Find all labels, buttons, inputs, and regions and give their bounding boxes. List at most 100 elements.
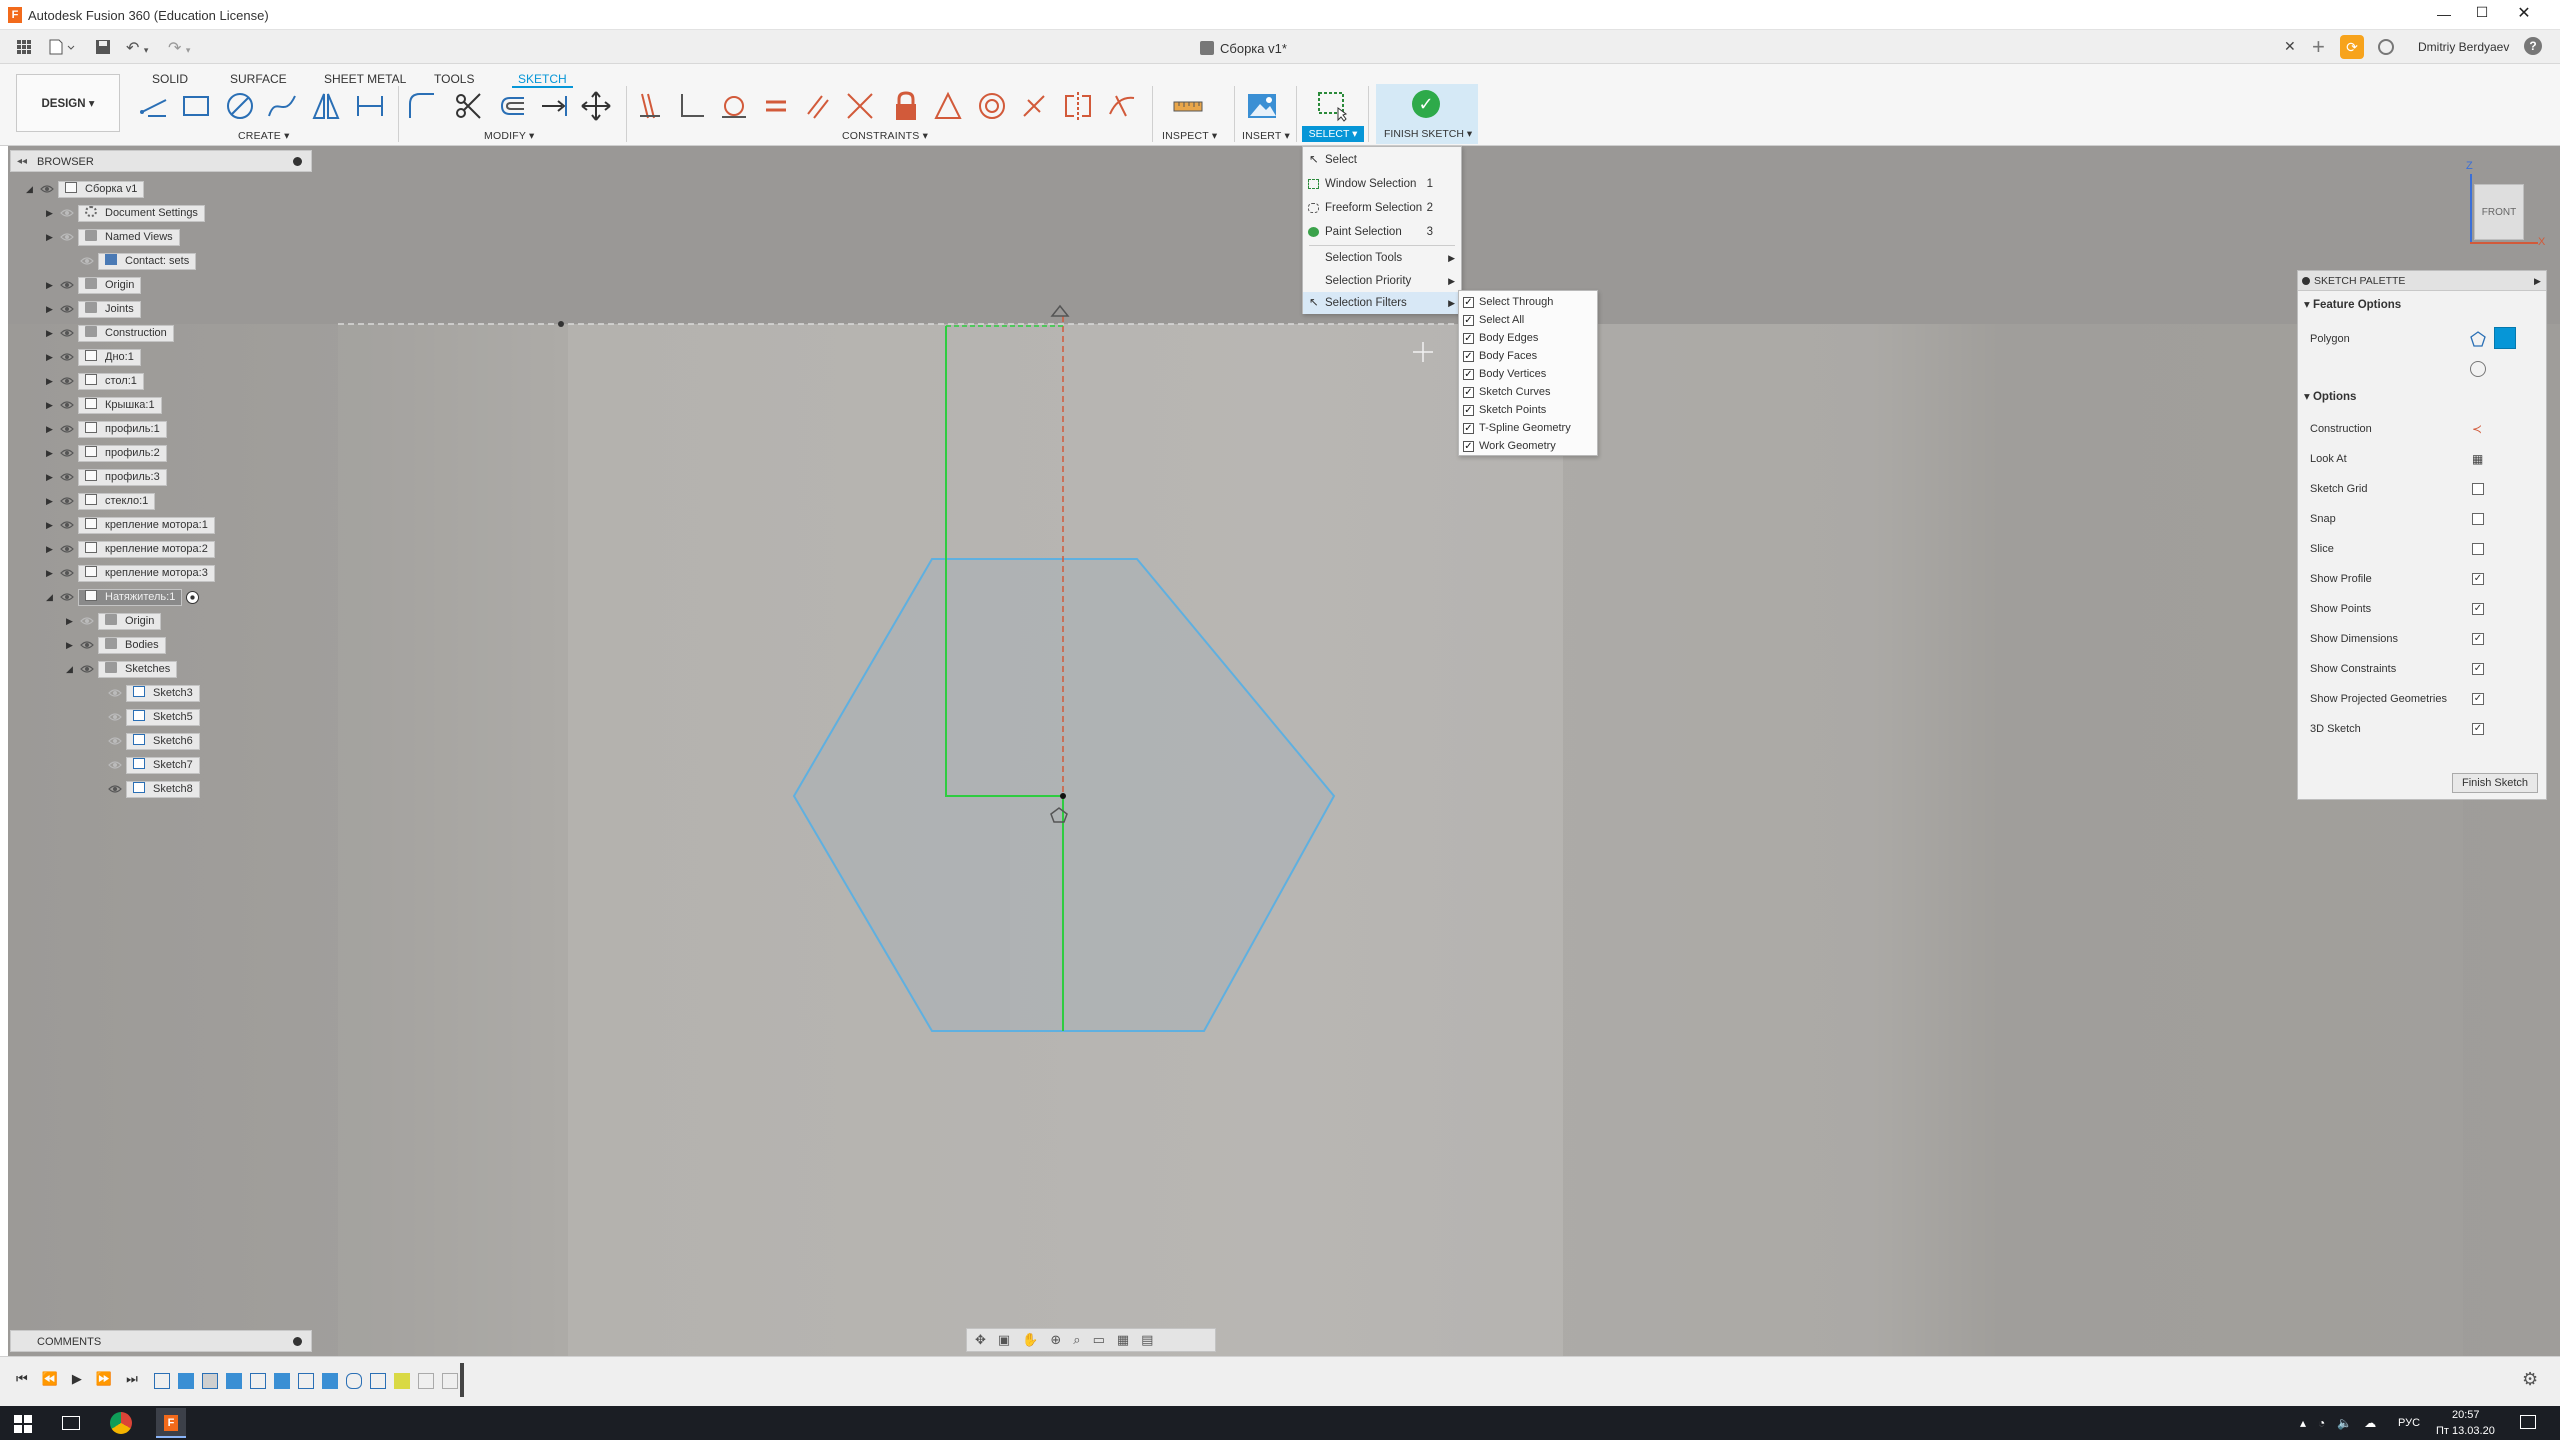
collapsed-triangle-icon[interactable]: ▶ — [46, 520, 56, 530]
browser-node-label[interactable]: Contact: sets — [98, 252, 197, 270]
visibility-hidden-eye-icon[interactable] — [108, 686, 122, 700]
visibility-hidden-eye-icon[interactable] — [60, 230, 74, 244]
redo-icon[interactable]: ↷ ▾ — [168, 38, 200, 57]
filter-checkbox[interactable]: ✓ — [1463, 441, 1474, 452]
timeline-sketch-icon[interactable] — [250, 1373, 266, 1389]
collapsed-triangle-icon[interactable]: ▶ — [46, 472, 56, 482]
browser-node-label[interactable]: Bodies — [98, 636, 166, 654]
timeline-sketch-icon[interactable] — [418, 1373, 434, 1389]
browser-node[interactable]: Sketch7 — [94, 756, 200, 774]
visibility-hidden-eye-icon[interactable] — [108, 710, 122, 724]
fusion-taskbar-icon[interactable]: F — [156, 1408, 186, 1438]
start-icon[interactable] — [14, 1415, 32, 1433]
visibility-eye-icon[interactable] — [108, 782, 122, 796]
browser-node[interactable]: ▶ Дно:1 — [46, 348, 141, 366]
browser-node[interactable]: ▶ Joints — [46, 300, 141, 318]
play-icon[interactable]: ▶ — [72, 1371, 82, 1387]
midpoint-constraint-icon[interactable] — [930, 88, 966, 124]
step-back-icon[interactable]: ⏪ — [42, 1371, 58, 1387]
visibility-hidden-eye-icon[interactable] — [108, 758, 122, 772]
palette-option[interactable]: Snap — [2310, 509, 2540, 529]
sketch-geometry[interactable] — [8, 146, 2560, 1356]
browser-node-label[interactable]: крепление мотора:1 — [78, 516, 215, 534]
browser-node[interactable]: ▶ Bodies — [66, 636, 166, 654]
browser-node[interactable]: ▶ профиль:1 — [46, 420, 167, 438]
insert-group-label[interactable]: INSERT ▾ — [1242, 130, 1290, 142]
browser-node-label[interactable]: Sketch5 — [126, 708, 200, 726]
visibility-eye-icon[interactable] — [80, 638, 94, 652]
palette-option-checkbox[interactable] — [2472, 483, 2484, 495]
save-icon[interactable] — [94, 38, 112, 56]
browser-node[interactable]: ◢ Сборка v1 — [26, 180, 145, 198]
clock-date[interactable]: Пт 13.03.20 — [2436, 1425, 2495, 1437]
zoom-icon[interactable]: ⊕ — [1050, 1332, 1061, 1348]
feature-options-header[interactable]: ▾ Feature Options — [2304, 297, 2401, 311]
browser-node-label[interactable]: профиль:3 — [78, 468, 167, 486]
filter-checkbox[interactable]: ✓ — [1463, 387, 1474, 398]
inspect-group-label[interactable]: INSPECT ▾ — [1162, 130, 1217, 142]
filter-item[interactable]: ✓ Body Faces — [1463, 348, 1537, 365]
visibility-eye-icon[interactable] — [60, 302, 74, 316]
task-view-icon[interactable] — [62, 1416, 80, 1430]
timeline-sketch-icon[interactable] — [370, 1373, 386, 1389]
browser-node[interactable]: ▶ Named Views — [46, 228, 180, 246]
tab-tools[interactable]: TOOLS — [428, 70, 480, 88]
chrome-icon[interactable] — [110, 1412, 132, 1434]
timeline-sketch-icon[interactable] — [442, 1373, 458, 1389]
browser-node-label[interactable]: Sketches — [98, 660, 178, 678]
browser-node[interactable]: ◢ Sketches — [66, 660, 178, 678]
viewcube[interactable]: Z X FRONT — [2448, 160, 2548, 256]
filter-item[interactable]: ✓ Work Geometry — [1463, 438, 1556, 455]
close-tab-icon[interactable]: ✕ — [2284, 38, 2296, 55]
palette-option-checkbox[interactable]: ✓ — [2472, 633, 2484, 645]
browser-node-label[interactable]: стекло:1 — [78, 492, 156, 510]
browser-node-label[interactable]: Натяжитель:1 — [78, 588, 183, 606]
browser-node-label[interactable]: Sketch7 — [126, 756, 200, 774]
menu-item-select[interactable]: ↖ Select — [1303, 149, 1461, 171]
timeline-active-sketch-icon[interactable] — [394, 1373, 410, 1389]
display-settings-icon[interactable]: ▭ — [1093, 1332, 1105, 1348]
palette-option-checkbox[interactable]: ✓ — [2472, 723, 2484, 735]
collapsed-triangle-icon[interactable]: ▶ — [46, 568, 56, 578]
finish-sketch-check-icon[interactable]: ✓ — [1412, 90, 1440, 118]
file-menu-icon[interactable] — [48, 38, 76, 56]
circle-icon[interactable] — [222, 88, 258, 124]
minimize-button[interactable]: — — [2434, 6, 2454, 22]
expanded-triangle-icon[interactable]: ◢ — [46, 592, 56, 602]
visibility-eye-icon[interactable] — [60, 518, 74, 532]
timeline-sketch-icon[interactable] — [154, 1373, 170, 1389]
circumscribed-polygon-icon[interactable] — [2470, 331, 2486, 347]
modify-group-label[interactable]: MODIFY ▾ — [484, 130, 534, 142]
collapsed-triangle-icon[interactable]: ▶ — [46, 544, 56, 554]
browser-node[interactable]: ▶ Construction — [46, 324, 174, 342]
filter-checkbox[interactable]: ✓ — [1463, 315, 1474, 326]
volume-icon[interactable]: 🔈 — [2337, 1416, 2352, 1430]
palette-option[interactable]: Show Constraints ✓ — [2310, 659, 2540, 679]
collapsed-triangle-icon[interactable]: ▶ — [46, 304, 56, 314]
browser-node[interactable]: ▶ Document Settings — [46, 204, 205, 222]
comments-pin-icon[interactable] — [293, 1337, 302, 1346]
timeline-extrude-icon[interactable] — [178, 1373, 194, 1389]
menu-item-selection-priority[interactable]: Selection Priority ▶ — [1303, 270, 1461, 292]
browser-node-label[interactable]: Joints — [78, 300, 141, 318]
undo-icon[interactable]: ↶ ▾ — [126, 38, 158, 57]
palette-option-checkbox[interactable]: ✓ — [2472, 693, 2484, 705]
browser-node[interactable]: ▶ профиль:2 — [46, 444, 167, 462]
collapsed-triangle-icon[interactable]: ▶ — [46, 424, 56, 434]
line-icon[interactable] — [136, 88, 172, 124]
symmetry-constraint-icon[interactable] — [1060, 88, 1096, 124]
palette-option[interactable]: Show Projected Geometries ✓ — [2310, 689, 2540, 709]
palette-option[interactable]: Construction ≺ — [2310, 419, 2540, 439]
select-dropdown-button[interactable]: SELECT ▾ — [1302, 126, 1364, 142]
document-tab[interactable]: Сборка v1* — [1200, 38, 1287, 58]
timeline-extrude-icon[interactable] — [322, 1373, 338, 1389]
filter-checkbox[interactable]: ✓ — [1463, 297, 1474, 308]
timeline-extrude-icon[interactable] — [274, 1373, 290, 1389]
palette-header[interactable]: SKETCH PALETTE ▶ — [2298, 271, 2546, 291]
timeline-sketch-icon[interactable] — [202, 1373, 218, 1389]
visibility-eye-icon[interactable] — [60, 374, 74, 388]
browser-node-label[interactable]: Sketch3 — [126, 684, 200, 702]
collapsed-triangle-icon[interactable]: ▶ — [46, 376, 56, 386]
notifications-icon[interactable] — [2520, 1415, 2536, 1429]
window-select-icon[interactable] — [1314, 88, 1350, 124]
